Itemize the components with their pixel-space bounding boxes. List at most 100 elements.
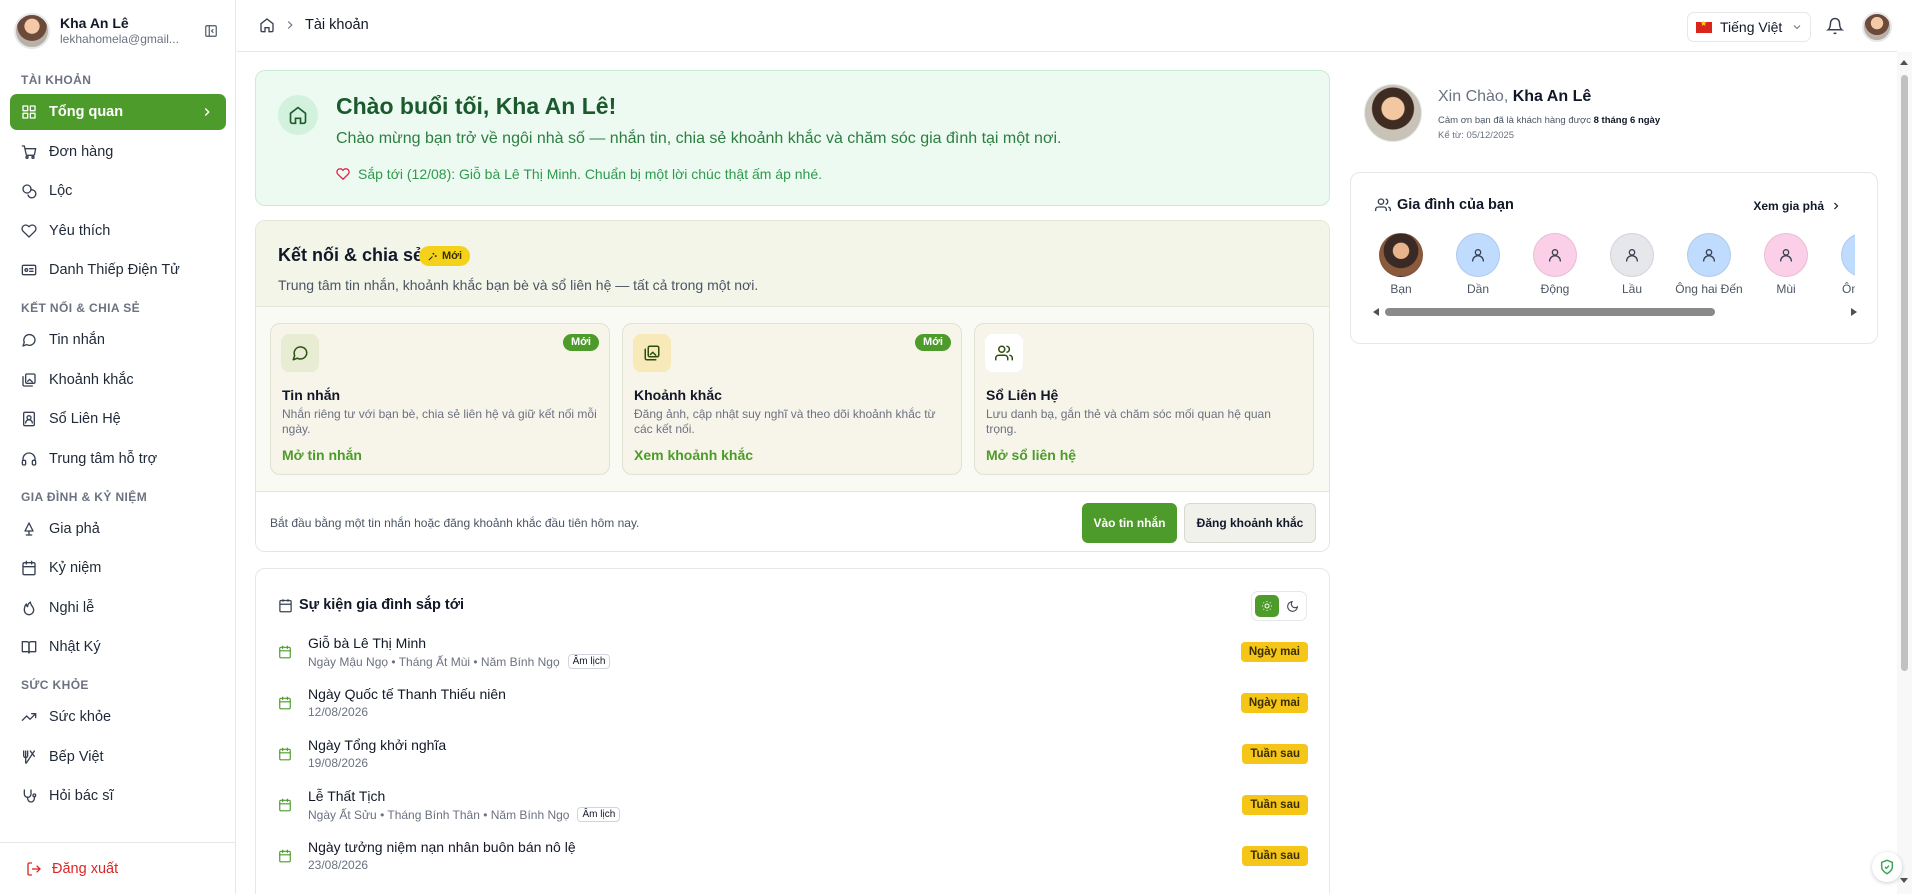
user-icon [1703,249,1715,262]
event-row[interactable]: Lễ Thất Tịch Ngày Ất Sửu • Tháng Bính Thâ… [278,788,1308,828]
sidebar-item[interactable]: Lộc [10,173,226,209]
connect-description: Trung tâm tin nhắn, khoảnh khắc bạn bè v… [278,277,759,293]
sidebar-item-label: Sổ Liên Hệ [49,411,121,427]
upcoming-events-panel: Sự kiện gia đình sắp tới Giỗ bà Lê Thị M… [255,568,1330,894]
post-moment-button[interactable]: Đăng khoảnh khắc [1184,503,1316,543]
logout-button[interactable]: Đăng xuất [0,842,236,894]
user-icon [1626,249,1638,262]
stethoscope-icon [23,789,37,803]
users-icon [1375,198,1391,211]
calendar-icon [279,849,291,863]
calendar-icon [279,798,291,812]
open-messages-button[interactable]: Vào tin nhắn [1082,503,1177,543]
header-avatar[interactable] [1862,12,1892,42]
sidebar-item-label: Gia phả [49,520,100,537]
event-row[interactable]: Ngày tưởng niệm nạn nhân buôn bán nô lệ 2… [278,839,1308,879]
heart-icon [336,168,350,181]
feature-card[interactable]: Mới Tin nhắn Nhắn riêng tư với bạn bè, chi… [270,323,610,475]
member-name: Động [1540,282,1570,296]
card-link[interactable]: Mở tin nhắn [282,447,362,463]
connect-footer-text: Bắt đầu bằng một tin nhắn hoặc đăng khoả… [270,516,640,530]
member-avatar [1841,233,1855,277]
event-title: Ngày tưởng niệm nạn nhân buôn bán nô lệ [308,839,576,855]
card-link[interactable]: Xem khoảnh khắc [634,447,753,463]
sidebar-item[interactable]: Nghi lễ [10,590,226,626]
family-member[interactable]: Ông Sơ [1825,233,1855,296]
lunar-badge: Âm lịch [577,807,621,822]
event-title: Lễ Thất Tịch [308,788,386,804]
trend-icon [21,713,37,721]
bell-icon[interactable] [1826,17,1844,35]
calendar-icon [22,560,36,576]
family-title: Gia đình của bạn [1397,197,1514,213]
user-icon [1472,249,1484,262]
family-member[interactable]: Động [1517,233,1593,296]
sidebar-item[interactable]: Sổ Liên Hệ [10,401,226,437]
profile-avatar[interactable] [1364,84,1422,142]
chevron-right-icon [204,108,210,116]
sidebar-item[interactable]: Nhật Ký [10,629,226,665]
feature-card[interactable]: Mới Khoảnh khắc Đăng ảnh, cập nhật suy ngh… [622,323,962,475]
sidebar-item[interactable]: Khoảnh khắc [10,362,226,398]
sidebar-item[interactable]: Hỏi bác sĩ [10,778,226,814]
sidebar-user[interactable]: Kha An Lê lekhahomela@gmail... [14,13,224,49]
sidebar-item[interactable]: Gia phả [10,511,226,547]
sidebar-item-label: Hỏi bác sĩ [49,788,114,804]
sidebar-item[interactable]: Đơn hàng [10,134,226,170]
view-family-tree-link[interactable]: Xem gia phả [1753,199,1842,213]
event-meta: 19/08/2026 [308,756,369,770]
connect-title: Kết nối & chia sẻ [278,245,424,265]
card-link[interactable]: Mở sổ liên hệ [986,447,1076,463]
chat-icon [292,346,308,361]
sidebar-item-label: Lộc [49,183,73,199]
event-badge: Ngày mai [1240,642,1308,662]
event-meta: Ngày Ất Sửu • Tháng Bính Thân • Năm Bính… [308,807,621,822]
sidebar-item[interactable]: Tin nhắn [10,322,226,358]
sun-icon[interactable] [1255,595,1279,617]
card-title: Khoảnh khắc [634,387,722,403]
moon-icon[interactable] [1280,595,1304,617]
event-row[interactable]: Ngày Tổng khởi nghĩa 19/08/2026 Tuần sau [278,737,1308,777]
family-member[interactable]: Dần [1440,233,1516,296]
card-description: Nhắn riêng tư với bạn bè, chia sẻ liên h… [282,407,597,436]
card-icon [633,334,671,372]
event-meta: 12/08/2026 [308,705,369,719]
language-select[interactable]: Tiếng Việt [1687,12,1811,42]
language-label: Tiếng Việt [1720,19,1783,35]
sidebar-item[interactable]: Danh Thiếp Điện Tử [10,252,226,288]
new-badge: Mới [562,334,599,351]
feature-card[interactable]: Sổ Liên Hệ Lưu danh bạ, gắn thẻ và chăm s… [974,323,1314,475]
member-avatar [1610,233,1654,277]
sidebar-collapse-icon[interactable] [198,18,224,44]
family-members: Bạn Dần Động Lầu Ông hai Đến Mùi Ông Sơ [1363,233,1855,297]
theme-toggle[interactable] [1251,591,1307,621]
sidebar-item[interactable]: Trung tâm hỗ trợ [10,441,226,477]
home-icon[interactable] [259,17,275,33]
family-member[interactable]: Ông hai Đến [1671,233,1747,296]
sidebar-item[interactable]: Bếp Việt [10,739,226,775]
sidebar-item[interactable]: Sức khỏe [10,699,226,735]
cart-icon [21,144,37,159]
sidebar-item[interactable]: Yêu thích [10,213,226,249]
family-member[interactable]: Lầu [1594,233,1670,296]
logout-label: Đăng xuất [52,860,119,877]
shield-check-icon[interactable] [1872,852,1902,882]
event-row[interactable]: Ngày Quốc tế Thanh Thiếu niên 12/08/2026 N… [278,686,1308,726]
connect-footer: Bắt đầu bằng một tin nhắn hoặc đăng khoả… [256,491,1329,551]
family-member[interactable]: Mùi [1748,233,1824,296]
member-name: Dần [1466,282,1489,296]
sidebar-item-label: Bếp Việt [49,748,104,765]
sidebar-item[interactable]: Kỷ niệm [10,550,226,586]
page-scrollbar[interactable] [1897,52,1912,894]
family-member[interactable]: Bạn [1363,233,1439,296]
sidebar-item-label: Đơn hàng [49,143,114,160]
calendar-icon [279,645,291,659]
member-name: Mùi [1776,282,1796,296]
upcoming-reminder: Sắp tới (12/08): Giỗ bà Lê Thị Minh. Chu… [336,166,822,182]
sidebar-item[interactable]: Tổng quan [10,94,226,130]
event-row[interactable]: Giỗ bà Lê Thị Minh Ngày Mậu Ngọ • Tháng Ấ… [278,635,1308,675]
family-scrollbar[interactable] [1373,305,1857,319]
sidebar-nav: TÀI KHOẢN Tổng quan Đơn hàng Lộc Yêu thích Da… [0,66,236,828]
feature-cards: Mới Tin nhắn Nhắn riêng tư với bạn bè, chi… [270,323,1318,475]
id-card-icon [21,264,37,276]
